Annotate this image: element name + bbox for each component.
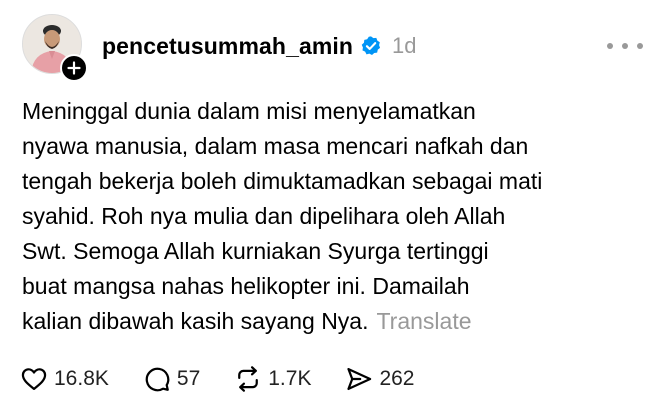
more-options-button[interactable] xyxy=(607,36,643,56)
post-body-line: buat mangsa nahas helikopter ini. Damail… xyxy=(22,273,470,299)
avatar-container[interactable] xyxy=(22,14,88,82)
post-body-line: tengah bekerja boleh dimuktamadkan sebag… xyxy=(22,168,543,194)
post-body-line: nyawa manusia, dalam masa mencari nafkah… xyxy=(22,133,529,159)
post-body-line: syahid. Roh nya mulia dan dipelihara ole… xyxy=(22,203,506,229)
repost-button[interactable]: 1.7K xyxy=(234,365,311,393)
post-body-line: Swt. Semoga Allah kurniakan Syurga terti… xyxy=(22,238,489,264)
post-body-line: Meninggal dunia dalam misi menyelamatkan xyxy=(22,98,476,124)
share-count: 262 xyxy=(379,367,415,390)
like-button[interactable]: 16.8K xyxy=(20,365,109,393)
translate-link[interactable]: Translate xyxy=(376,308,471,334)
threads-post: pencetusummah_amin 1d Meninggal dunia da… xyxy=(0,0,665,403)
plus-icon xyxy=(67,61,81,75)
post-timestamp: 1d xyxy=(392,33,417,58)
comment-bubble-icon xyxy=(143,365,171,393)
send-icon xyxy=(345,365,373,393)
post-body-line: kalian dibawah kasih sayang Nya. xyxy=(22,308,369,334)
comment-button[interactable]: 57 xyxy=(143,365,200,393)
follow-button[interactable] xyxy=(60,54,88,82)
more-horizontal-icon-dot xyxy=(637,43,643,49)
more-horizontal-icon-dot xyxy=(607,43,613,49)
post-body: Meninggal dunia dalam misi menyelamatkan… xyxy=(22,94,642,339)
more-horizontal-icon-dot xyxy=(622,43,628,49)
verified-badge-icon xyxy=(360,35,382,57)
share-button[interactable]: 262 xyxy=(345,365,415,393)
repost-count: 1.7K xyxy=(268,367,312,390)
post-header: pencetusummah_amin 1d xyxy=(102,30,417,62)
username-link[interactable]: pencetusummah_amin xyxy=(102,33,353,60)
post-actions: 16.8K 57 1.7K 262 xyxy=(20,362,449,396)
comment-count: 57 xyxy=(176,367,201,390)
like-count: 16.8K xyxy=(54,367,109,390)
repost-icon xyxy=(234,365,262,393)
post-body-last-line: kalian dibawah kasih sayang Nya. Translat… xyxy=(22,304,642,339)
heart-icon xyxy=(20,365,48,393)
